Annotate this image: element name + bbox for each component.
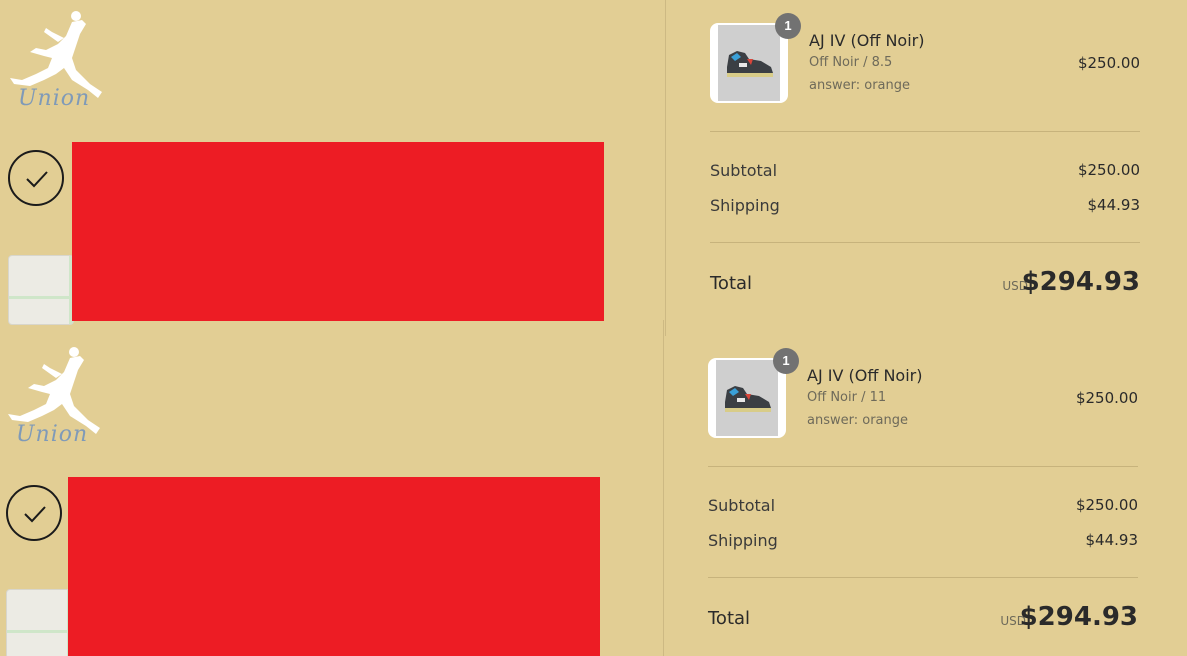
subtotal-value: $250.00 [1077, 161, 1140, 179]
order-summary: 1 AJ IV (Off Noir) Off Noir / 11 answer:… [708, 335, 1138, 656]
quantity-badge: 1 [775, 13, 801, 39]
product-price: $250.00 [1075, 389, 1138, 407]
divider [710, 131, 1140, 132]
product-thumbnail: 1 [708, 348, 799, 438]
shoe-product-image [727, 51, 773, 77]
redacted-region [72, 142, 604, 321]
checkmark-icon [24, 506, 46, 523]
divider [710, 242, 1140, 243]
product-variant: Off Noir / 8.5 [809, 55, 893, 70]
checkmark-icon [26, 171, 48, 188]
product-answer: answer: orange [809, 78, 910, 93]
product-name: AJ IV (Off Noir) [807, 366, 923, 385]
jumpman-logo-icon [10, 11, 102, 98]
confirmation-main: Union [0, 320, 663, 656]
product-price: $250.00 [1077, 54, 1140, 72]
shipping-value: $44.93 [1085, 531, 1139, 549]
map-road [9, 296, 73, 299]
success-check-circle [6, 485, 62, 541]
total-label: Total [708, 608, 751, 629]
shoe-product-image [725, 386, 771, 412]
shipping-label: Shipping [710, 196, 780, 215]
total-label: Total [710, 273, 753, 294]
pane-divider [665, 0, 666, 336]
map-thumbnail [6, 589, 72, 656]
success-check-circle [8, 150, 64, 206]
order-confirmation-screen-2: Union 1 AJ IV (Off Noir) Off Noir / 11 a… [0, 320, 1185, 656]
total-value: $294.93 [1021, 267, 1140, 297]
quantity-badge: 1 [773, 348, 799, 374]
shipping-value: $44.93 [1087, 196, 1141, 214]
subtotal-label: Subtotal [710, 161, 778, 180]
order-summary: 1 AJ IV (Off Noir) Off Noir / 8.5 answer… [710, 0, 1140, 336]
pane-divider [663, 320, 664, 656]
order-confirmation-screen-1: Union 1 AJ IV (Off Noir) Off Noir / 8.5 … [0, 0, 1187, 336]
total-value: $294.93 [1019, 602, 1138, 632]
store-logo[interactable]: Union [4, 344, 104, 450]
product-variant: Off Noir / 11 [807, 390, 887, 405]
confirmation-main: Union [0, 0, 665, 336]
store-logo[interactable]: Union [6, 8, 106, 114]
product-thumbnail: 1 [710, 13, 801, 103]
subtotal-value: $250.00 [1075, 496, 1138, 514]
map-road [7, 630, 71, 633]
logo-script-text: Union [18, 86, 91, 111]
map-thumbnail [8, 255, 74, 325]
product-answer: answer: orange [807, 413, 908, 428]
divider [708, 577, 1138, 578]
subtotal-label: Subtotal [708, 496, 776, 515]
divider [708, 466, 1138, 467]
shipping-label: Shipping [708, 531, 778, 550]
product-name: AJ IV (Off Noir) [809, 31, 925, 50]
jumpman-logo-icon [8, 347, 100, 434]
logo-script-text: Union [16, 422, 89, 447]
redacted-region [68, 477, 600, 656]
